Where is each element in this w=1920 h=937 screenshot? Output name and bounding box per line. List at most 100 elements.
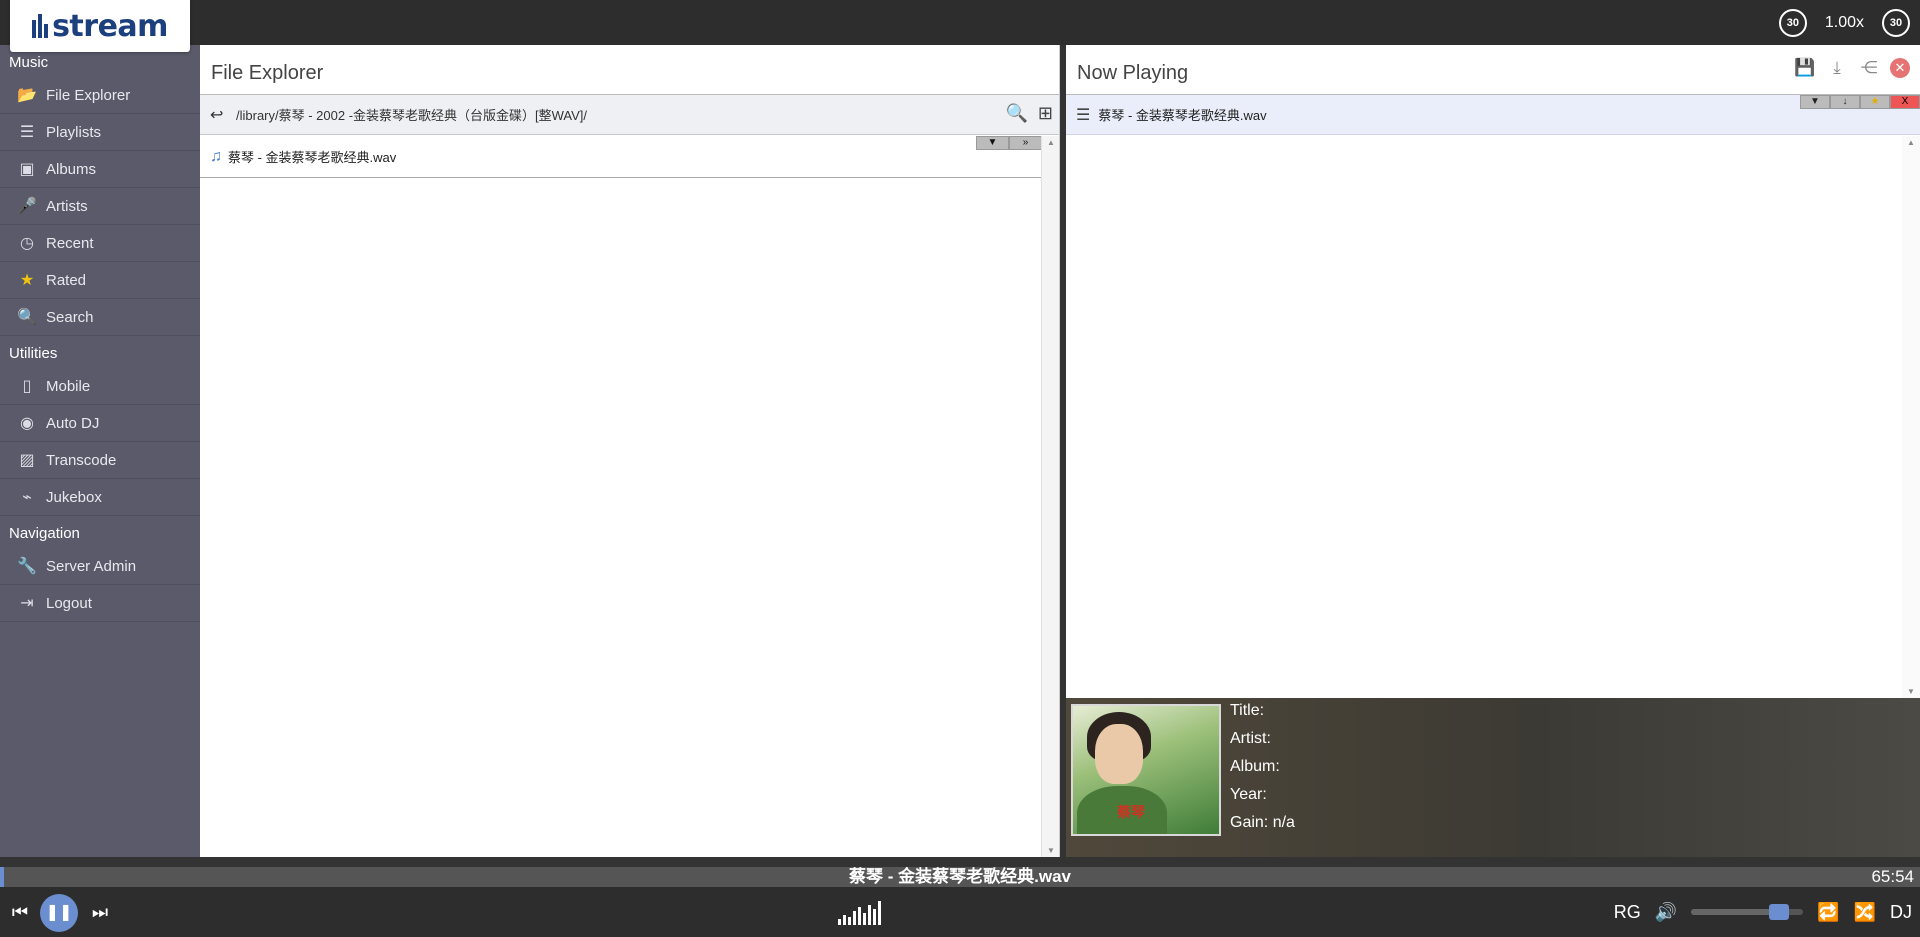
now-playing-panel: Now Playing 💾 ⤓ ⋲ ✕ ☰ 蔡琴 - 金装蔡琴老歌经典.wav … bbox=[1066, 45, 1920, 857]
volume-slider[interactable] bbox=[1691, 904, 1804, 920]
next-icon[interactable]: ⏭ bbox=[85, 897, 115, 927]
row-dropdown-icon[interactable]: ▼ bbox=[1800, 95, 1830, 109]
back-arrow-icon[interactable]: ↩ bbox=[210, 105, 228, 125]
transcode-icon: ▨ bbox=[19, 452, 35, 469]
replay-gain-toggle[interactable]: RG bbox=[1614, 902, 1641, 923]
scroll-up-icon[interactable]: ▲ bbox=[1042, 138, 1060, 147]
clock-icon: ◷ bbox=[20, 235, 34, 252]
sidebar-item-label: Playlists bbox=[46, 123, 102, 141]
sidebar-item-label: Mobile bbox=[46, 377, 91, 395]
sidebar-item-file-explorer[interactable]: 📂 File Explorer bbox=[0, 77, 200, 114]
forward-30-icon[interactable]: 30 bbox=[1882, 8, 1910, 37]
path-bar: ↩ /library/蔡琴 - 2002 -金装蔡琴老歌经典（台版金碟）[整WA… bbox=[200, 95, 1059, 135]
sidebar-section-navigation: Navigation bbox=[9, 525, 80, 542]
sidebar-section-utilities: Utilities bbox=[9, 345, 58, 362]
sidebar-item-label: Transcode bbox=[46, 451, 117, 469]
volume-icon[interactable]: 🔊 bbox=[1655, 902, 1677, 923]
row-remove-icon[interactable]: X bbox=[1890, 95, 1920, 109]
logo-text: stream bbox=[52, 8, 168, 44]
share-icon[interactable]: ⋲ bbox=[1858, 57, 1880, 79]
playback-speed[interactable]: 1.00x bbox=[1825, 14, 1864, 32]
clear-queue-icon[interactable]: ✕ bbox=[1890, 58, 1910, 78]
auto-dj-toggle[interactable]: DJ bbox=[1890, 902, 1912, 923]
microphone-icon: 🎤 bbox=[17, 198, 37, 215]
sidebar-item-logout[interactable]: ⇥ Logout bbox=[0, 585, 200, 622]
meta-title: Title: bbox=[1230, 702, 1265, 719]
folder-open-icon: 📂 bbox=[17, 87, 37, 104]
sidebar-item-label: Recent bbox=[46, 234, 94, 252]
wrench-icon: 🔧 bbox=[17, 558, 37, 575]
rewind-30-icon[interactable]: 30 bbox=[1778, 8, 1807, 37]
scroll-up-icon[interactable]: ▲ bbox=[1902, 138, 1920, 147]
cover-title: 蔡琴 bbox=[1117, 804, 1145, 820]
current-track-title: 蔡琴 - 金装蔡琴老歌经典.wav bbox=[849, 867, 1071, 886]
new-playlist-icon[interactable]: ⊞ bbox=[1038, 103, 1053, 124]
track-time: 65:54 bbox=[1871, 867, 1914, 886]
music-note-icon: ♫ bbox=[210, 147, 222, 165]
sidebar-item-albums[interactable]: ▣ Albums bbox=[0, 151, 200, 188]
scroll-down-icon[interactable]: ▼ bbox=[1042, 846, 1060, 855]
sidebar-item-label: Search bbox=[46, 308, 94, 326]
star-icon: ★ bbox=[19, 272, 35, 289]
sidebar-item-label: Auto DJ bbox=[46, 414, 100, 432]
playback-extras: 30 1.00x 30 bbox=[1778, 0, 1910, 45]
sidebar-item-server-admin[interactable]: 🔧 Server Admin bbox=[0, 548, 200, 585]
mobile-icon: ▯ bbox=[22, 378, 32, 395]
pause-button[interactable]: ❚❚ bbox=[40, 894, 78, 932]
queue-scrollbar[interactable]: ▲ ▼ bbox=[1902, 136, 1920, 698]
now-playing-toolbar: 💾 ⤓ ⋲ ✕ bbox=[1794, 57, 1910, 79]
file-name: 蔡琴 - 金装蔡琴老歌经典.wav bbox=[228, 150, 397, 165]
sidebar-item-auto-dj[interactable]: ◉ Auto DJ bbox=[0, 405, 200, 442]
volume-knob[interactable] bbox=[1769, 904, 1790, 920]
sidebar-item-label: Server Admin bbox=[46, 557, 137, 575]
album-cover: 蔡琴 bbox=[1071, 704, 1221, 836]
file-list: ♫ 蔡琴 - 金装蔡琴老歌经典.wav ▼ » bbox=[200, 136, 1042, 857]
repeat-icon[interactable]: 🔁 bbox=[1817, 902, 1839, 923]
player-controls: ⏮ ❚❚ ⏭ RG 🔊 🔁 🔀 DJ bbox=[0, 887, 1920, 937]
sidebar-item-mobile[interactable]: ▯ Mobile bbox=[0, 368, 200, 405]
search-icon[interactable]: 🔍 bbox=[1005, 103, 1027, 124]
logout-icon: ⇥ bbox=[20, 595, 34, 612]
save-icon[interactable]: 💾 bbox=[1794, 57, 1816, 79]
visualizer-icon[interactable] bbox=[838, 901, 881, 925]
list-item[interactable]: ♫ 蔡琴 - 金装蔡琴老歌经典.wav ▼ » bbox=[200, 136, 1042, 178]
row-download-icon[interactable]: ↓ bbox=[1830, 95, 1860, 109]
add-to-queue-button[interactable]: ▼ bbox=[976, 136, 1009, 150]
sidebar-item-transcode[interactable]: ▨ Transcode bbox=[0, 442, 200, 479]
meta-artist: Artist: bbox=[1230, 730, 1271, 747]
scroll-down-icon[interactable]: ▼ bbox=[1902, 687, 1920, 696]
logo[interactable]: stream bbox=[10, 0, 190, 52]
player-right-controls: RG 🔊 🔁 🔀 DJ bbox=[1614, 887, 1912, 937]
download-icon[interactable]: ⤓ bbox=[1826, 57, 1848, 79]
file-list-scrollbar[interactable]: ▲ ▼ bbox=[1041, 136, 1059, 857]
sidebar-item-label: Jukebox bbox=[46, 488, 102, 506]
sidebar-item-label: File Explorer bbox=[46, 86, 131, 104]
sidebar-item-jukebox[interactable]: ⌁ Jukebox bbox=[0, 479, 200, 516]
meta-year: Year: bbox=[1230, 786, 1267, 803]
meta-gain: Gain: n/a bbox=[1230, 814, 1295, 831]
current-path: /library/蔡琴 - 2002 -金装蔡琴老歌经典（台版金碟）[整WAV]… bbox=[236, 108, 588, 123]
sidebar-item-artists[interactable]: 🎤 Artists bbox=[0, 188, 200, 225]
sidebar-item-label: Rated bbox=[46, 271, 87, 289]
row-rate-icon[interactable]: ★ bbox=[1860, 95, 1890, 109]
shuffle-icon[interactable]: 🔀 bbox=[1854, 902, 1876, 923]
queue-track-name: 蔡琴 - 金装蔡琴老歌经典.wav bbox=[1098, 108, 1267, 123]
sidebar-item-rated[interactable]: ★ Rated bbox=[0, 262, 200, 299]
file-explorer-title: File Explorer bbox=[200, 45, 1059, 95]
sidebar-item-label: Albums bbox=[46, 160, 97, 178]
sidebar-item-label: Logout bbox=[46, 594, 92, 612]
top-bar: stream 30 1.00x 30 bbox=[0, 0, 1920, 52]
disc-icon: ◉ bbox=[20, 415, 34, 432]
sidebar-item-playlists[interactable]: ☰ Playlists bbox=[0, 114, 200, 151]
album-icon: ▣ bbox=[19, 161, 35, 178]
previous-icon[interactable]: ⏮ bbox=[5, 897, 35, 927]
drag-handle-icon[interactable]: ☰ bbox=[1076, 105, 1090, 125]
sidebar-item-search[interactable]: 🔍 Search bbox=[0, 299, 200, 336]
queue-row[interactable]: ☰ 蔡琴 - 金装蔡琴老歌经典.wav ▼ ↓ ★ X bbox=[1066, 95, 1920, 135]
more-options-button[interactable]: » bbox=[1009, 136, 1042, 150]
remote-icon: ⌁ bbox=[22, 489, 32, 506]
sidebar-item-label: Artists bbox=[46, 197, 88, 215]
file-explorer-panel: File Explorer ↩ /library/蔡琴 - 2002 -金装蔡琴… bbox=[200, 45, 1060, 857]
meta-album: Album: bbox=[1230, 758, 1280, 775]
sidebar-item-recent[interactable]: ◷ Recent bbox=[0, 225, 200, 262]
